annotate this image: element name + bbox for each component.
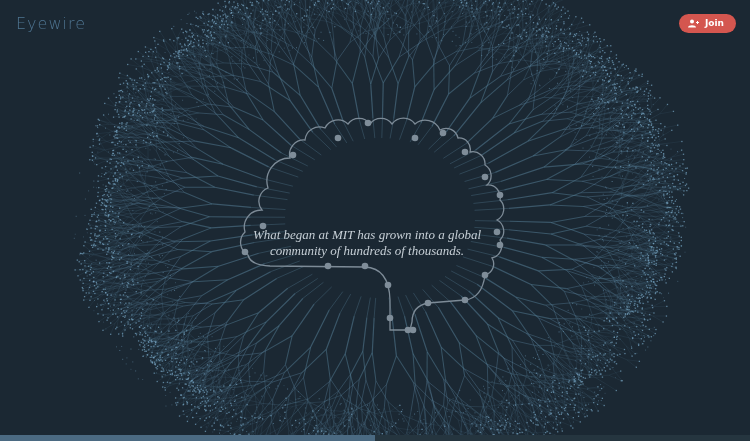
content: Eyewire Join What began at MIT has grown… (0, 0, 750, 441)
cloud-dot (290, 152, 297, 159)
caption: What began at MIT has grown into a globa… (242, 227, 492, 259)
user-plus-icon (688, 19, 699, 28)
cloud-dot (482, 174, 489, 181)
cloud-dot (385, 282, 392, 289)
cloud-dot (497, 192, 504, 199)
header: Eyewire Join (0, 0, 750, 34)
cloud-dot (365, 120, 372, 127)
cloud-dot (494, 229, 501, 236)
cloud-dot (335, 135, 342, 142)
progress-bar (0, 435, 750, 441)
cloud-dot (325, 263, 332, 270)
cloud-dot (462, 149, 469, 156)
progress-fill (0, 435, 375, 441)
cloud-outline (0, 0, 750, 441)
cloud-dot (362, 263, 369, 270)
neuron-tree (0, 0, 750, 441)
join-label[interactable]: Join (705, 18, 724, 28)
cloud-dot (482, 272, 489, 279)
cloud-dot (425, 300, 432, 307)
page: Eyewire Join What began at MIT has grown… (0, 0, 750, 441)
join-button[interactable]: Join (679, 14, 736, 33)
cloud-dot (387, 315, 394, 322)
cloud-dot (462, 297, 469, 304)
cloud-dot (242, 249, 249, 256)
cloud-dot (405, 327, 412, 334)
cloud-dot (497, 242, 504, 249)
logo[interactable]: Eyewire (16, 14, 86, 33)
hero: What began at MIT has grown into a globa… (0, 34, 750, 435)
cloud-dot (440, 130, 447, 137)
cloud-dot (412, 135, 419, 142)
